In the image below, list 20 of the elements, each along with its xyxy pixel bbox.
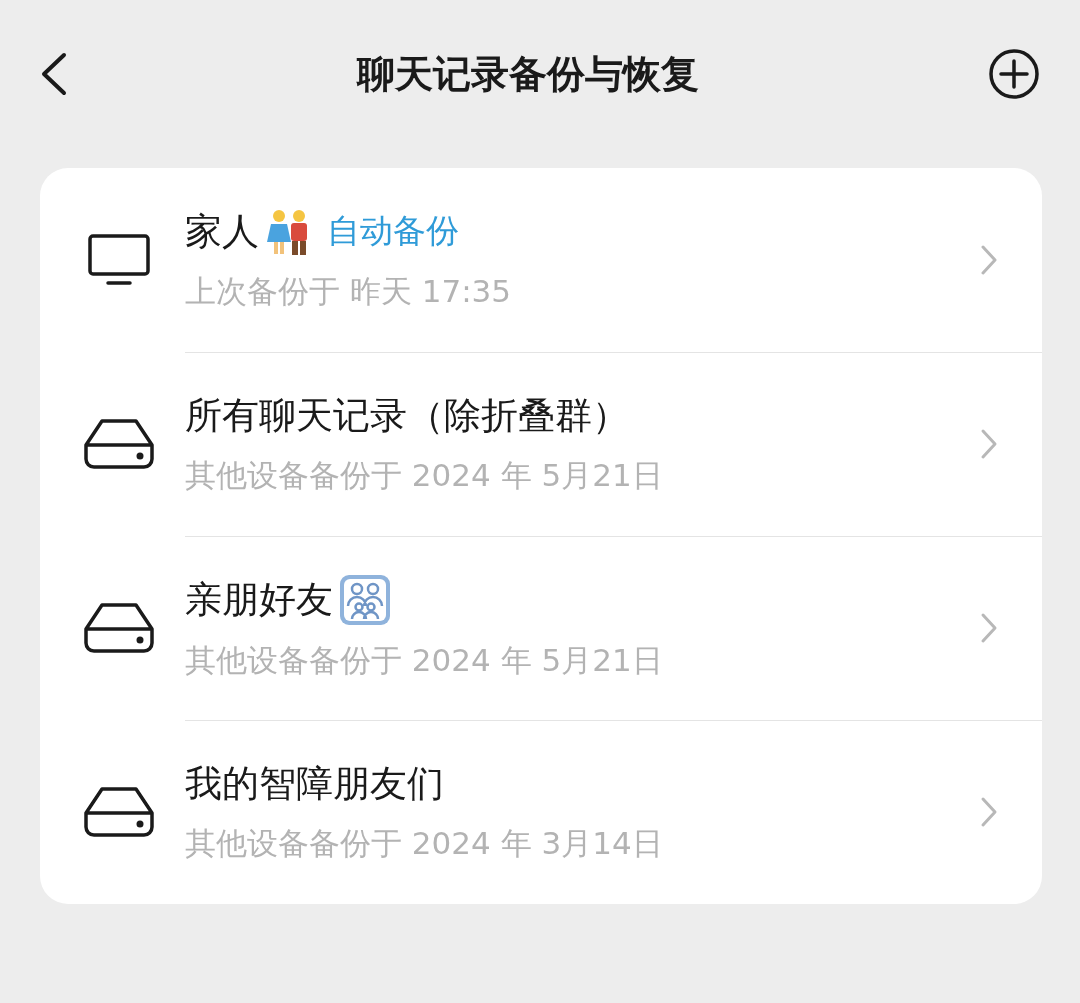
backup-time: 其他设备备份于 2024 年 5月21日 <box>185 640 664 680</box>
backup-name[interactable]: 亲朋好友 <box>185 574 333 625</box>
hard-drive-icon <box>83 787 154 837</box>
backup-time: 其他设备备份于 2024 年 3月14日 <box>185 824 664 863</box>
chevron-icon[interactable] <box>980 427 998 460</box>
add-icon[interactable] <box>988 48 1040 100</box>
family-icon <box>339 573 391 626</box>
chevron-icon[interactable] <box>980 611 998 644</box>
chevron-icon[interactable] <box>980 243 998 276</box>
backup-time: 上次备份于 昨天 17:35 <box>185 271 513 311</box>
backup-name[interactable]: 所有聊天记录（除折叠群） <box>185 390 629 441</box>
chevron-icon[interactable] <box>980 796 998 828</box>
monitor-icon <box>87 234 150 286</box>
auto-backup-label: 自动备份 <box>327 210 459 252</box>
page-title: 聊天记录备份与恢复 <box>357 50 699 98</box>
backup-name[interactable]: 我的智障朋友们 <box>185 759 444 809</box>
backup-name[interactable]: 家人 <box>185 206 259 257</box>
hard-drive-icon <box>83 603 154 653</box>
hard-drive-icon <box>83 419 154 469</box>
backup-time: 其他设备备份于 2024 年 5月21日 <box>185 455 664 495</box>
